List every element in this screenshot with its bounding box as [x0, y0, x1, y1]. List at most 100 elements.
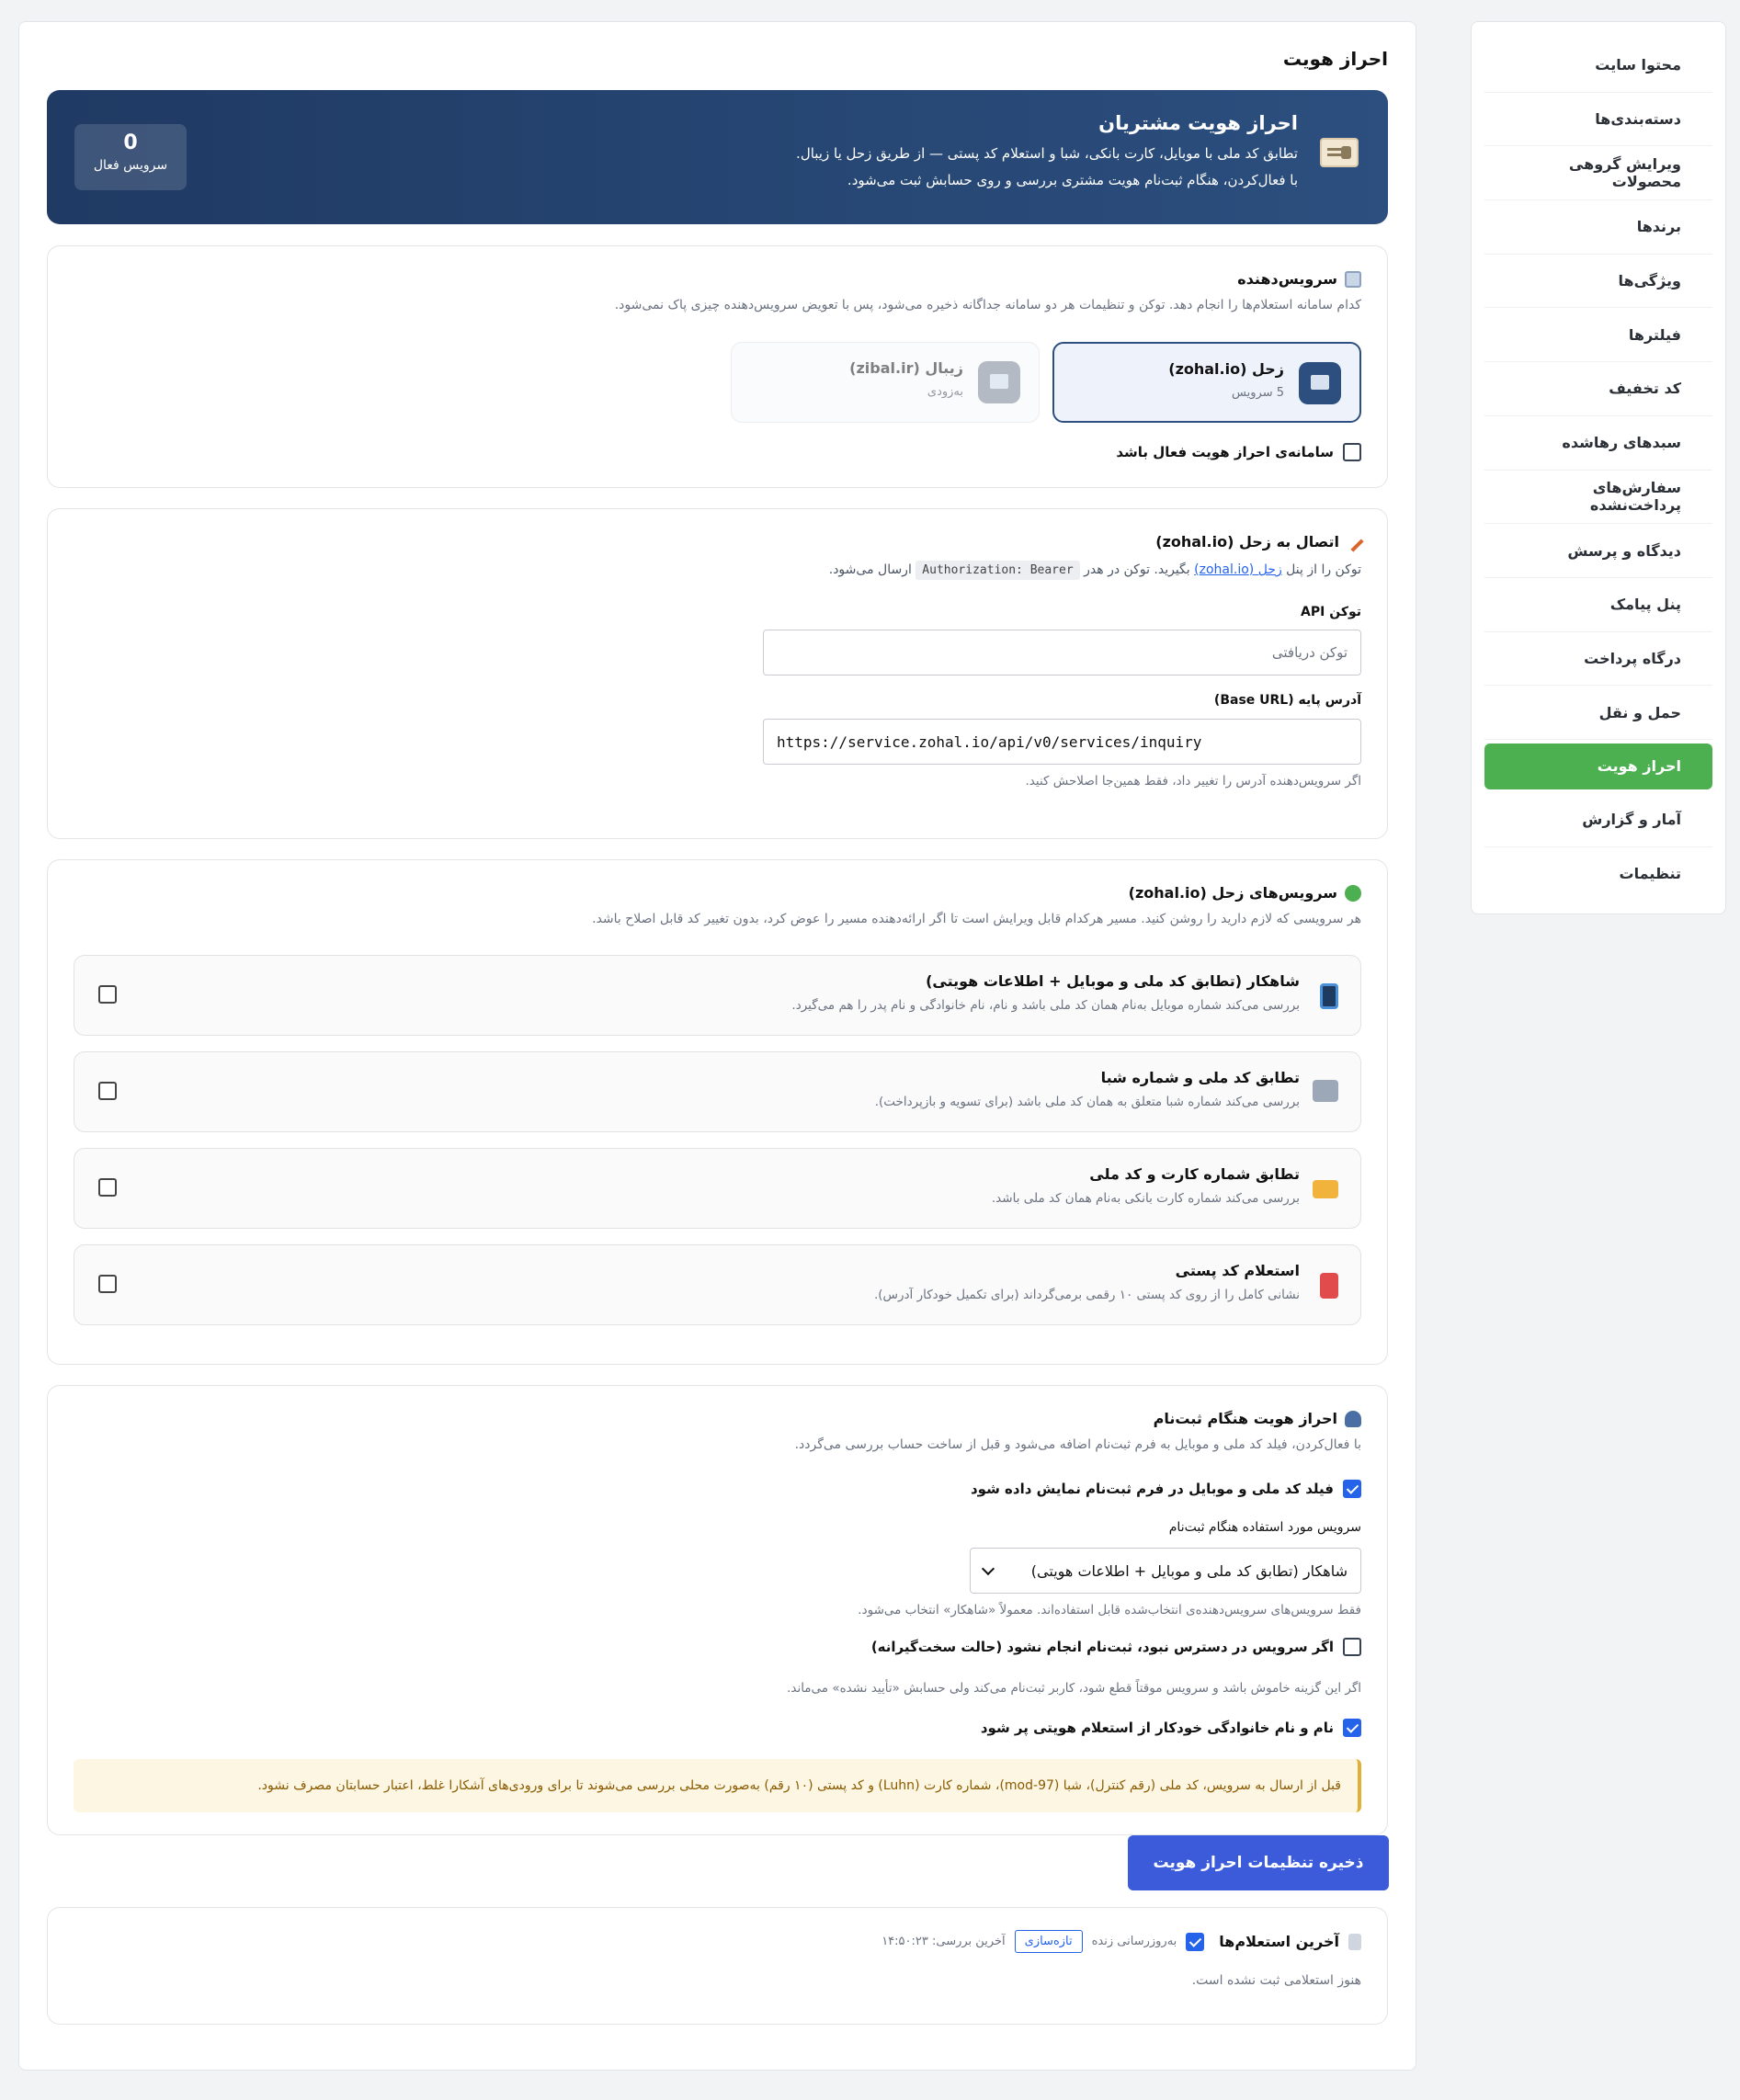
sidebar-item-settings[interactable]: تنظیمات: [1484, 847, 1712, 902]
user-icon: [1345, 1410, 1361, 1427]
sidebar-item-filters[interactable]: فیلترها: [1484, 308, 1712, 363]
provider-zibal: زیبال (zibal.ir) به‌زودی: [731, 342, 1040, 423]
provider-name: زحل (zohal.io): [1168, 360, 1284, 378]
provider-card-title-text: سرویس‌دهنده: [1237, 270, 1337, 288]
service-desc: بررسی می‌کند شماره کارت بانکی به‌نام هما…: [991, 1191, 1300, 1206]
enable-identity-checkbox[interactable]: [1343, 443, 1361, 461]
service-desc: بررسی می‌کند شماره موبایل به‌نام همان کد…: [791, 998, 1300, 1013]
sidebar-item-shipping[interactable]: حمل و نقل: [1484, 686, 1712, 740]
services-card-desc: هر سرویسی که لازم دارید را روشن کنید. مس…: [592, 912, 1361, 926]
token-input[interactable]: توکن دریافتی: [763, 630, 1361, 675]
service-shahkar-checkbox[interactable]: [98, 985, 117, 1004]
autofill-label: نام و نام خانوادگی خودکار از استعلام هوی…: [980, 1720, 1334, 1736]
sidebar-item-label: سبدهای رهاشده: [1562, 434, 1681, 452]
autofill-checkbox[interactable]: [1343, 1719, 1361, 1737]
show-field-checkbox[interactable]: [1343, 1480, 1361, 1498]
mobile-icon: [1320, 983, 1338, 1009]
sidebar-item-discount[interactable]: کد تخفیف: [1484, 362, 1712, 416]
signup-service-label: سرویس مورد استفاده هنگام ثبت‌نام: [1168, 1520, 1361, 1535]
sidebar-item-site-content[interactable]: محتوا سایت: [1484, 39, 1712, 93]
mailbox-icon: [1320, 1273, 1338, 1299]
id-card-icon: [1320, 138, 1359, 167]
provider-subtitle: به‌زودی: [927, 385, 963, 399]
sidebar-item-sms[interactable]: پنل پیامک: [1484, 578, 1712, 632]
auto-refresh-checkbox[interactable]: [1186, 1932, 1205, 1951]
services-card-title: سرویس‌های زحل (zohal.io): [1129, 884, 1361, 902]
sidebar-item-attributes[interactable]: ویژگی‌ها: [1484, 255, 1712, 309]
desc-text: توکن را از پنل: [1281, 562, 1361, 577]
enable-identity-label: سامانه‌ی احراز هویت فعال باشد: [1116, 444, 1334, 460]
baseurl-hint: اگر سرویس‌دهنده آدرس را تغییر داد، فقط ه…: [1025, 774, 1362, 789]
sidebar-item-abandoned-carts[interactable]: سبدهای رهاشده: [1484, 416, 1712, 471]
service-card-checkbox[interactable]: [98, 1178, 117, 1197]
strict-mode-label: اگر سرویس در دسترس نبود، ثبت‌نام انجام ن…: [870, 1639, 1334, 1655]
baseurl-value: https://service.zohal.io/api/v0/services…: [777, 732, 1202, 751]
services-card: سرویس‌های زحل (zohal.io) هر سرویسی که لا…: [47, 859, 1388, 1365]
sidebar-item-payment-gateway[interactable]: درگاه پرداخت: [1484, 632, 1712, 687]
hero-title: احراز هویت مشتریان: [1098, 112, 1298, 134]
hero-description: تطابق کد ملی با موبایل، کارت بانکی، شبا …: [796, 145, 1298, 162]
warning-text: قبل از ارسال به سرویس، کد ملی (رقم کنترل…: [257, 1778, 1341, 1793]
sidebar-item-bulk-edit[interactable]: ویرایش گروهی محصولات: [1484, 146, 1712, 201]
strict-mode-checkbox[interactable]: [1343, 1638, 1361, 1656]
baseurl-input[interactable]: https://service.zohal.io/api/v0/services…: [763, 719, 1361, 765]
auto-refresh-label: به‌روزرسانی زنده: [1091, 1935, 1177, 1948]
provider-name: زیبال (zibal.ir): [849, 359, 963, 377]
connection-card-title-text: اتصال به زحل (zohal.io): [1155, 533, 1339, 551]
sidebar-item-categories[interactable]: دسته‌بندی‌ها: [1484, 93, 1712, 147]
connection-card-desc: توکن را از پنل زحل (zohal.io) بگیرید. تو…: [829, 561, 1361, 580]
service-desc: بررسی می‌کند شماره شبا متعلق به همان کد …: [874, 1095, 1300, 1109]
document-icon: [1348, 1933, 1361, 1950]
show-field-row[interactable]: فیلد کد ملی و موبایل در فرم ثبت‌نام نمای…: [971, 1480, 1361, 1498]
desc-text: بگیرید. توکن در هدر: [1079, 562, 1195, 577]
provider-card: سرویس‌دهنده کدام سامانه استعلام‌ها را ان…: [47, 245, 1388, 488]
sidebar-item-label: محتوا سایت: [1595, 56, 1681, 74]
local-validation-warning: قبل از ارسال به سرویس، کد ملی (رقم کنترل…: [74, 1759, 1361, 1812]
strict-mode-row[interactable]: اگر سرویس در دسترس نبود، ثبت‌نام انجام ن…: [871, 1638, 1361, 1656]
sidebar-item-reviews[interactable]: دیدگاه و پرسش: [1484, 524, 1712, 578]
recent-inquiries-card: آخرین استعلام‌ها به‌روزرسانی زنده تازه‌س…: [47, 1907, 1388, 2025]
puzzle-icon: [1345, 884, 1361, 902]
service-postal-checkbox[interactable]: [98, 1275, 117, 1293]
sidebar-item-identity[interactable]: احراز هویت: [1484, 743, 1712, 789]
save-identity-settings-button[interactable]: ذخیره تنظیمات احراز هویت: [1128, 1835, 1389, 1890]
signup-service-hint: فقط سرویس‌های سرویس‌دهنده‌ی انتخاب‌شده ق…: [858, 1603, 1361, 1618]
sidebar-item-label: احراز هویت: [1597, 757, 1681, 776]
refresh-button[interactable]: تازه‌سازی: [1014, 1930, 1083, 1953]
signup-card-title-text: احراز هویت هنگام ثبت‌نام: [1153, 1410, 1337, 1427]
chevron-down-icon: [981, 1561, 995, 1575]
baseurl-label: آدرس پایه (Base URL): [1213, 693, 1361, 708]
sidebar: محتوا سایت دسته‌بندی‌ها ویرایش گروهی محص…: [1471, 21, 1726, 914]
service-postal-code: استعلام کد پستی نشانی کامل را از روی کد …: [74, 1244, 1361, 1325]
service-title: تطابق شماره کارت و کد ملی: [1089, 1165, 1300, 1183]
sidebar-item-brands[interactable]: برندها: [1484, 200, 1712, 255]
key-icon: [1344, 531, 1364, 552]
bank-icon: [1313, 1080, 1338, 1102]
sidebar-item-label: پنل پیامک: [1609, 596, 1681, 614]
provider-zohal[interactable]: زحل (zohal.io) 5 سرویس: [1052, 342, 1361, 423]
sidebar-item-label: ویژگی‌ها: [1618, 272, 1682, 290]
signup-card-title: احراز هویت هنگام ثبت‌نام: [1154, 1410, 1361, 1427]
sidebar-item-label: دیدگاه و پرسش: [1567, 541, 1681, 560]
sidebar-item-label: آمار و گزارش: [1582, 811, 1681, 829]
zohal-panel-link[interactable]: زحل (zohal.io): [1194, 562, 1282, 577]
sidebar-item-label: برندها: [1636, 218, 1681, 236]
service-sheba-checkbox[interactable]: [98, 1082, 117, 1100]
last-check-time: آخرین بررسی: ۱۴:۵۰:۲۳: [881, 1935, 1006, 1948]
active-services-badge: 0 سرویس فعال: [74, 124, 187, 190]
sidebar-item-label: درگاه پرداخت: [1584, 649, 1681, 667]
recent-empty-message: هنوز استعلامی ثبت نشده است.: [1191, 1973, 1361, 1988]
autofill-row[interactable]: نام و نام خانوادگی خودکار از استعلام هوی…: [981, 1719, 1361, 1737]
sidebar-item-label: تنظیمات: [1619, 865, 1681, 883]
signup-service-select[interactable]: شاهکار (تطابق کد ملی و موبایل + اطلاعات …: [970, 1548, 1361, 1594]
token-placeholder: توکن دریافتی: [1271, 644, 1348, 661]
zibal-logo-icon: [978, 361, 1020, 403]
sidebar-item-reports[interactable]: آمار و گزارش: [1484, 793, 1712, 847]
service-title: تطابق کد ملی و شماره شبا: [1100, 1069, 1300, 1086]
service-desc: نشانی کامل را از روی کد پستی ۱۰ رقمی برم…: [873, 1288, 1300, 1302]
sidebar-item-unpaid-orders[interactable]: سفارش‌های پرداخت‌نشده: [1484, 471, 1712, 525]
signup-card-desc: با فعال‌کردن، فیلد کد ملی و موبایل به فر…: [794, 1437, 1361, 1452]
provider-card-desc: کدام سامانه استعلام‌ها را انجام دهد. توک…: [614, 298, 1361, 312]
active-services-label: سرویس فعال: [93, 158, 168, 173]
enable-identity-row[interactable]: سامانه‌ی احراز هویت فعال باشد: [1116, 443, 1361, 461]
